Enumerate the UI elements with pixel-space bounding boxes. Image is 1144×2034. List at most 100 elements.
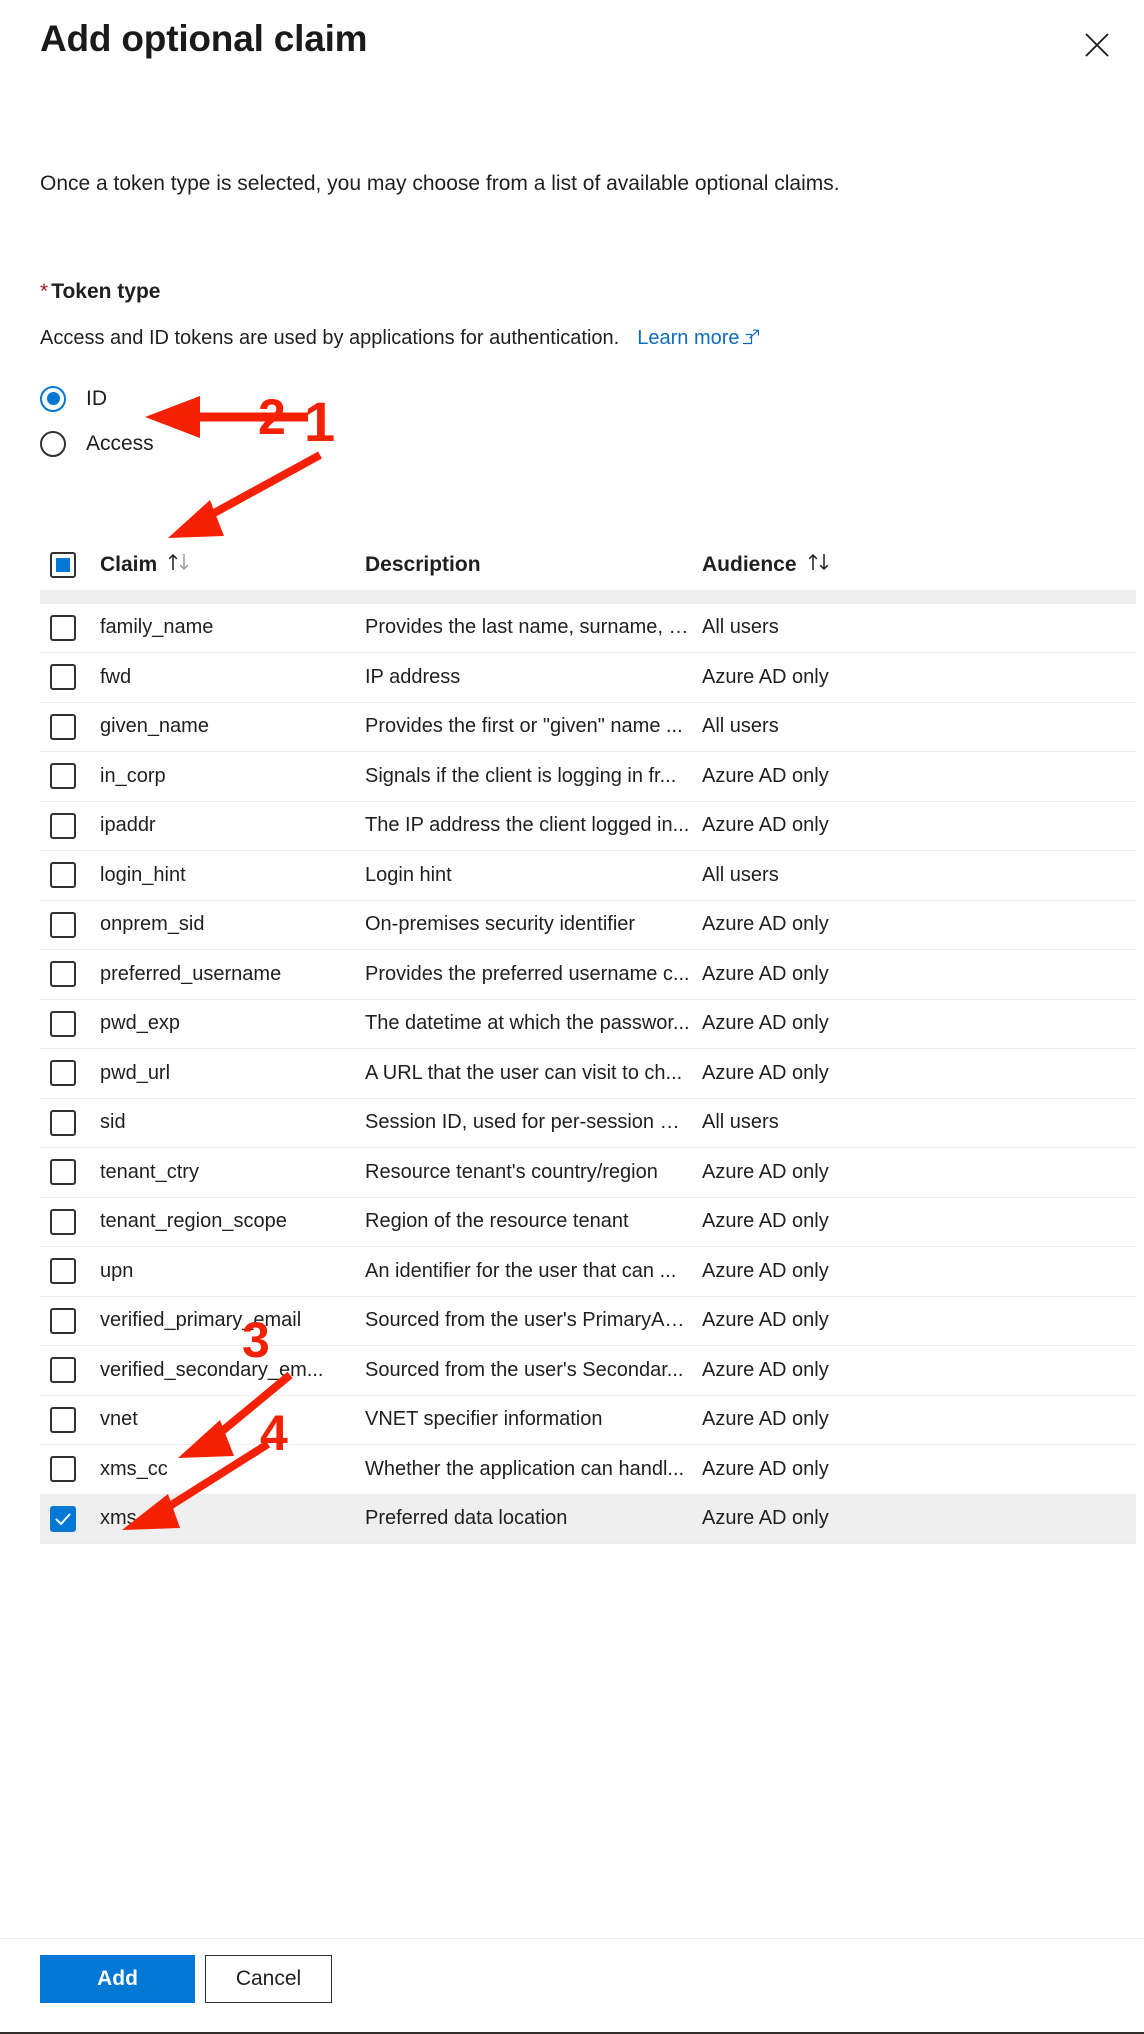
table-row[interactable]: upn An identifier for the user that can .… [40,1247,1136,1297]
cell-description: Whether the application can handl... [365,1457,685,1480]
table-row[interactable]: login_hint Login hint All users [40,851,1136,901]
close-icon[interactable] [1074,22,1120,68]
cell-claim: xms_pdl [100,1507,175,1530]
learn-more-link[interactable]: Learn more [637,327,759,349]
cell-claim: xms_cc [100,1457,168,1480]
row-checkbox-cell [50,763,100,790]
table-row[interactable]: tenant_ctry Resource tenant's country/reg… [40,1148,1136,1198]
claims-rows-viewport[interactable]: emailThe addressable email for this user… [40,590,1136,1590]
cell-claim: tenant_ctry [100,1160,199,1183]
cell-audience: Azure AD only [702,1507,829,1530]
column-header-audience[interactable]: Audience [702,552,1002,578]
cell-audience: Azure AD only [702,1358,829,1381]
cell-description: An identifier for the user that can ... [365,1259,677,1282]
cell-description: Login hint [365,863,452,886]
row-checkbox-cell [50,1505,100,1532]
table-row[interactable]: xms_cc Whether the application can handl.… [40,1445,1136,1495]
row-checkbox-cell [50,1456,100,1483]
row-checkbox-cell [50,1307,100,1334]
row-checkbox[interactable] [50,812,76,839]
cell-description: Provides the last name, surname, o... [365,616,697,639]
table-row[interactable]: pwd_url A URL that the user can visit to … [40,1049,1136,1099]
row-checkbox-cell [50,1406,100,1433]
cell-claim: fwd [100,665,132,688]
column-header-description-label: Description [365,553,481,576]
table-row[interactable]: emailThe addressable email for this user… [40,591,1136,604]
cell-description: Resource tenant's country/region [365,1160,658,1183]
table-row[interactable]: verified_primary_email Sourced from the u… [40,1296,1136,1346]
cell-description: Provides the preferred username c... [365,962,690,985]
cell-description: IP address [365,665,461,688]
cell-description: Signals if the client is logging in fr..… [365,764,677,787]
row-checkbox[interactable] [50,614,76,641]
radio-label-id: ID [86,386,107,410]
column-header-claim[interactable]: Claim [100,552,365,578]
claims-rows-list: emailThe addressable email for this user… [40,591,1136,1544]
cell-audience: Azure AD only [702,814,829,837]
table-row[interactable]: tenant_region_scope Region of the resourc… [40,1197,1136,1247]
column-header-description[interactable]: Description [365,553,702,577]
table-row[interactable]: vnet VNET specifier information Azure AD o… [40,1395,1136,1445]
radio-option-id[interactable]: ID [40,376,154,421]
cell-description: On-premises security identifier [365,913,636,936]
token-type-label-text: Token type [51,280,161,303]
table-row[interactable]: xms_pdl Preferred data location Azure AD o… [40,1494,1136,1544]
token-type-label: * Token type [40,280,160,304]
sort-icon-audience[interactable] [807,552,833,578]
row-checkbox[interactable] [50,911,76,938]
add-button[interactable]: Add [40,1955,195,2003]
row-checkbox-cell [50,1010,100,1037]
radio-option-access[interactable]: Access [40,421,154,466]
cell-audience: Azure AD only [702,1012,829,1035]
table-row[interactable]: sid Session ID, used for per-session us..… [40,1098,1136,1148]
sort-icon-claim[interactable] [167,552,193,578]
select-all-checkbox-cell [50,552,100,578]
table-row[interactable]: onprem_sid On-premises security identifie… [40,900,1136,950]
row-checkbox[interactable] [50,591,76,592]
row-checkbox[interactable] [50,1159,76,1186]
cell-claim: verified_secondary_em... [100,1358,324,1381]
annotation-arrow-2 [168,451,322,538]
table-row[interactable]: fwd IP address Azure AD only [40,653,1136,703]
annotation-number-1: 1 [304,390,336,453]
row-checkbox[interactable] [50,1307,76,1334]
row-checkbox[interactable] [50,713,76,740]
table-row[interactable]: family_name Provides the last name, surna… [40,603,1136,653]
row-checkbox[interactable] [50,1505,76,1532]
cell-description: Sourced from the user's PrimaryAu... [365,1309,693,1332]
row-checkbox[interactable] [50,763,76,790]
cell-audience: All users [702,616,779,639]
cell-claim: in_corp [100,764,166,787]
select-all-checkbox[interactable] [50,552,76,578]
cell-audience: Azure AD only [702,1210,829,1233]
table-row[interactable]: verified_secondary_em... Sourced from the… [40,1346,1136,1396]
table-row[interactable]: given_name Provides the first or "given" … [40,702,1136,752]
row-checkbox-cell [50,812,100,839]
cell-description: Preferred data location [365,1507,568,1530]
cell-audience: All users [702,863,779,886]
row-checkbox[interactable] [50,1208,76,1235]
row-checkbox[interactable] [50,961,76,988]
row-checkbox[interactable] [50,1258,76,1285]
table-row[interactable]: in_corp Signals if the client is logging … [40,752,1136,802]
cell-audience: All users [702,715,779,738]
row-checkbox[interactable] [50,862,76,889]
row-checkbox[interactable] [50,1357,76,1384]
row-checkbox[interactable] [50,1010,76,1037]
row-checkbox[interactable] [50,1406,76,1433]
cancel-button[interactable]: Cancel [205,1955,332,2003]
cell-description: Provides the first or "given" name ... [365,715,683,738]
row-checkbox[interactable] [50,664,76,691]
table-row[interactable]: pwd_exp The datetime at which the passwor… [40,999,1136,1049]
table-row[interactable]: preferred_username Provides the preferred… [40,950,1136,1000]
row-checkbox-cell [50,1109,100,1136]
panel-header: Add optional claim [0,0,1144,92]
row-checkbox[interactable] [50,1060,76,1087]
radio-indicator-access [40,430,66,457]
page-title: Add optional claim [40,18,368,59]
token-type-description: Access and ID tokens are used by applica… [40,324,760,354]
cell-claim: onprem_sid [100,913,205,936]
row-checkbox[interactable] [50,1109,76,1136]
table-row[interactable]: ipaddr The IP address the client logged i… [40,801,1136,851]
row-checkbox[interactable] [50,1456,76,1483]
